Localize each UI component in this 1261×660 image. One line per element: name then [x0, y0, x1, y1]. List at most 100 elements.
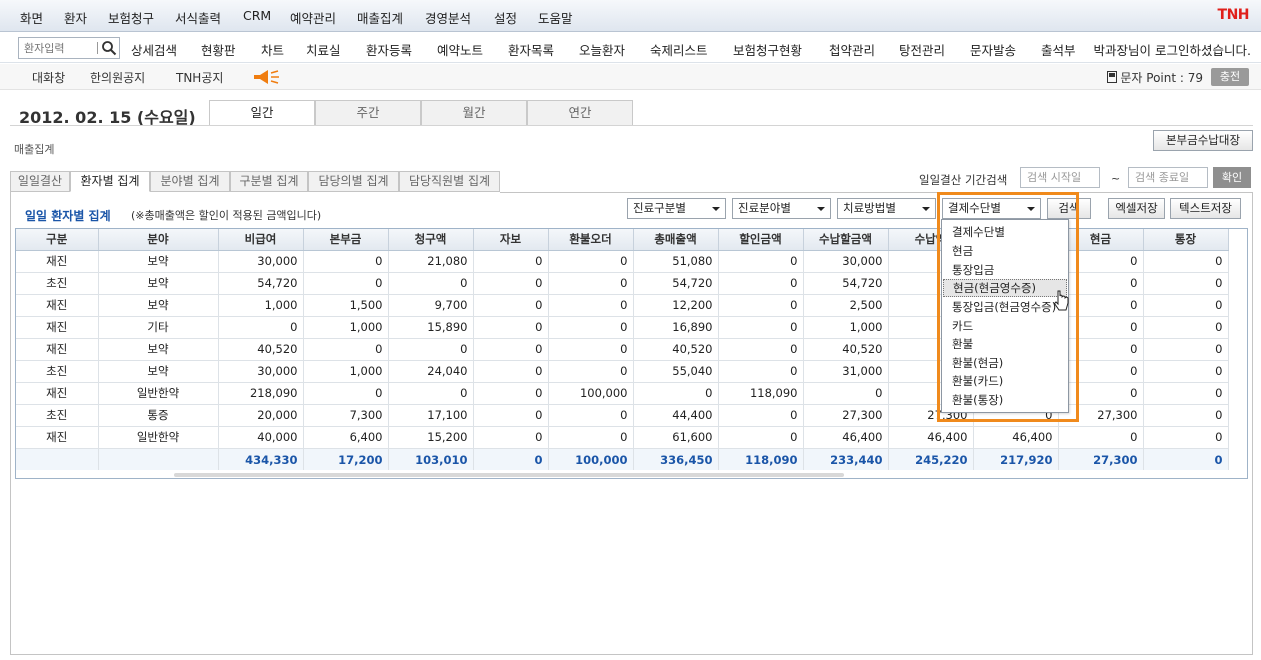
search-icon[interactable]	[101, 40, 117, 56]
menu-help[interactable]: 도움말	[538, 8, 573, 27]
dropdown-option[interactable]: 카드	[943, 317, 1067, 335]
column-header[interactable]: 청구액	[388, 229, 474, 251]
treatment-select[interactable]: 치료방법별	[837, 198, 936, 219]
tab-daily-settlement[interactable]: 일일결산	[10, 171, 70, 192]
menu-insurance-claim[interactable]: 보험청구	[108, 8, 154, 27]
column-header[interactable]: 환불오더	[548, 229, 634, 251]
dropdown-option-hovered[interactable]: 현금(현금영수증)	[943, 279, 1067, 297]
column-header[interactable]: 현금	[1058, 229, 1144, 251]
menu-home[interactable]: 화면	[20, 8, 43, 27]
tab-monthly[interactable]: 월간	[421, 100, 527, 126]
table-cell: 61,600	[633, 426, 719, 449]
tnh-notice-link[interactable]: TNH공지	[176, 69, 223, 86]
table-row[interactable]: 재진 일반한약 40,000 6,400 15,200 0 0 61,600 0 46,400 46…	[16, 426, 1229, 449]
excel-save-button[interactable]: 엑셀저장	[1108, 198, 1165, 219]
nav-herbal-management[interactable]: 첩약관리	[829, 40, 875, 59]
nav-chart[interactable]: 차트	[261, 40, 284, 59]
column-header[interactable]: 분야	[98, 229, 219, 251]
column-header[interactable]: 총매출액	[633, 229, 719, 251]
dropdown-option[interactable]: 환불	[943, 335, 1067, 353]
table-cell: 재진	[16, 294, 99, 317]
column-header[interactable]: 통장	[1143, 229, 1229, 251]
tab-daily[interactable]: 일간	[209, 100, 315, 126]
end-date-input[interactable]: 검색 종료일	[1128, 167, 1208, 188]
nav-patient-register[interactable]: 환자등록	[366, 40, 412, 59]
charge-button[interactable]: 충전	[1211, 68, 1249, 86]
menu-business-analysis[interactable]: 경영분석	[425, 8, 471, 27]
nav-reservation-note[interactable]: 예약노트	[437, 40, 483, 59]
chat-window-link[interactable]: 대화창	[32, 69, 65, 86]
table-cell: 0	[1143, 382, 1229, 405]
total-cell	[98, 448, 219, 472]
table-cell: 46,400	[973, 426, 1059, 449]
dropdown-option[interactable]: 통장입금(현금영수증)	[943, 298, 1067, 316]
copay-ledger-button[interactable]: 본부금수납대장	[1153, 130, 1253, 151]
nav-status-board[interactable]: 현황판	[201, 40, 236, 59]
dropdown-option[interactable]: 환불(현금)	[943, 354, 1067, 372]
dropdown-option[interactable]: 통장입금	[943, 261, 1067, 279]
column-header[interactable]: 본부금	[303, 229, 389, 251]
table-cell: 일반한약	[98, 382, 219, 405]
nav-homework-list[interactable]: 숙제리스트	[650, 40, 708, 59]
nav-patient-list[interactable]: 환자목록	[508, 40, 554, 59]
nav-detail-search[interactable]: 상세검색	[131, 40, 177, 59]
table-cell: 보약	[98, 272, 219, 295]
menu-form-print[interactable]: 서식출력	[175, 8, 221, 27]
start-date-input[interactable]: 검색 시작일	[1020, 167, 1100, 188]
care-type-select[interactable]: 진료구분별	[627, 198, 726, 219]
tab-by-staff[interactable]: 담당직원별 집계	[399, 171, 500, 192]
nav-sms-send[interactable]: 문자발송	[970, 40, 1016, 59]
table-cell: 재진	[16, 316, 99, 339]
column-header[interactable]: 구분	[16, 229, 99, 251]
nav-claim-status[interactable]: 보험청구현황	[733, 40, 802, 59]
menu-settings[interactable]: 설정	[494, 8, 517, 27]
dropdown-option[interactable]: 환불(통장)	[943, 391, 1067, 409]
tab-by-category[interactable]: 구분별 집계	[230, 171, 308, 192]
search-button[interactable]: 검색	[1047, 198, 1091, 219]
table-cell: 0	[388, 272, 474, 295]
tab-by-field[interactable]: 분야별 집계	[150, 171, 230, 192]
dropdown-option[interactable]: 환불(카드)	[943, 372, 1067, 390]
nav-today-patients[interactable]: 오늘환자	[579, 40, 625, 59]
table-cell: 1,000	[803, 316, 889, 339]
notice-bar: 대화창 한의원공지 TNH공지 문자 Point : 79 충전	[0, 64, 1261, 90]
table-cell: 15,890	[388, 316, 474, 339]
table-cell: 15,200	[388, 426, 474, 449]
column-header[interactable]: 수납할금액	[803, 229, 889, 251]
dropdown-option[interactable]: 결제수단별	[943, 223, 1067, 241]
total-cell: 233,440	[803, 448, 889, 472]
text-save-button[interactable]: 텍스트저장	[1170, 198, 1241, 219]
nav-attendance[interactable]: 출석부	[1041, 40, 1076, 59]
column-header[interactable]: 비급여	[218, 229, 304, 251]
table-cell: 일반한약	[98, 426, 219, 449]
patient-search-input[interactable]	[19, 38, 97, 58]
menu-sales-summary[interactable]: 매출집계	[357, 8, 403, 27]
nav-decoction-management[interactable]: 탕전관리	[899, 40, 945, 59]
tab-by-doctor[interactable]: 담당의별 집계	[308, 171, 399, 192]
table-cell: 0	[1058, 360, 1144, 383]
menu-patient[interactable]: 환자	[64, 8, 87, 27]
column-header[interactable]: 할인금액	[718, 229, 804, 251]
care-field-select[interactable]: 진료분야별	[732, 198, 831, 219]
confirm-button[interactable]: 확인	[1213, 167, 1251, 188]
horizontal-scrollbar[interactable]	[16, 470, 1247, 478]
menu-reservation[interactable]: 예약관리	[290, 8, 336, 27]
megaphone-icon[interactable]	[252, 69, 282, 85]
tab-weekly[interactable]: 주간	[315, 100, 421, 126]
table-cell: 보약	[98, 338, 219, 361]
payment-method-select[interactable]: 결제수단별	[942, 198, 1041, 219]
tab-yearly[interactable]: 연간	[527, 100, 633, 126]
table-cell: 218,090	[218, 382, 304, 405]
menu-crm[interactable]: CRM	[243, 8, 271, 23]
dropdown-option[interactable]: 현금	[943, 242, 1067, 260]
scrollbar-thumb[interactable]	[174, 473, 844, 477]
table-cell: 0	[1058, 294, 1144, 317]
table-cell: 0	[718, 426, 804, 449]
table-cell: 40,520	[218, 338, 304, 361]
range-search-label: 일일결산 기간검색	[919, 173, 1008, 187]
column-header[interactable]: 자보	[473, 229, 549, 251]
nav-treatment-room[interactable]: 치료실	[306, 40, 341, 59]
tab-by-patient[interactable]: 환자별 집계	[70, 171, 150, 192]
clinic-notice-link[interactable]: 한의원공지	[90, 69, 145, 86]
table-cell: 30,000	[218, 250, 304, 273]
